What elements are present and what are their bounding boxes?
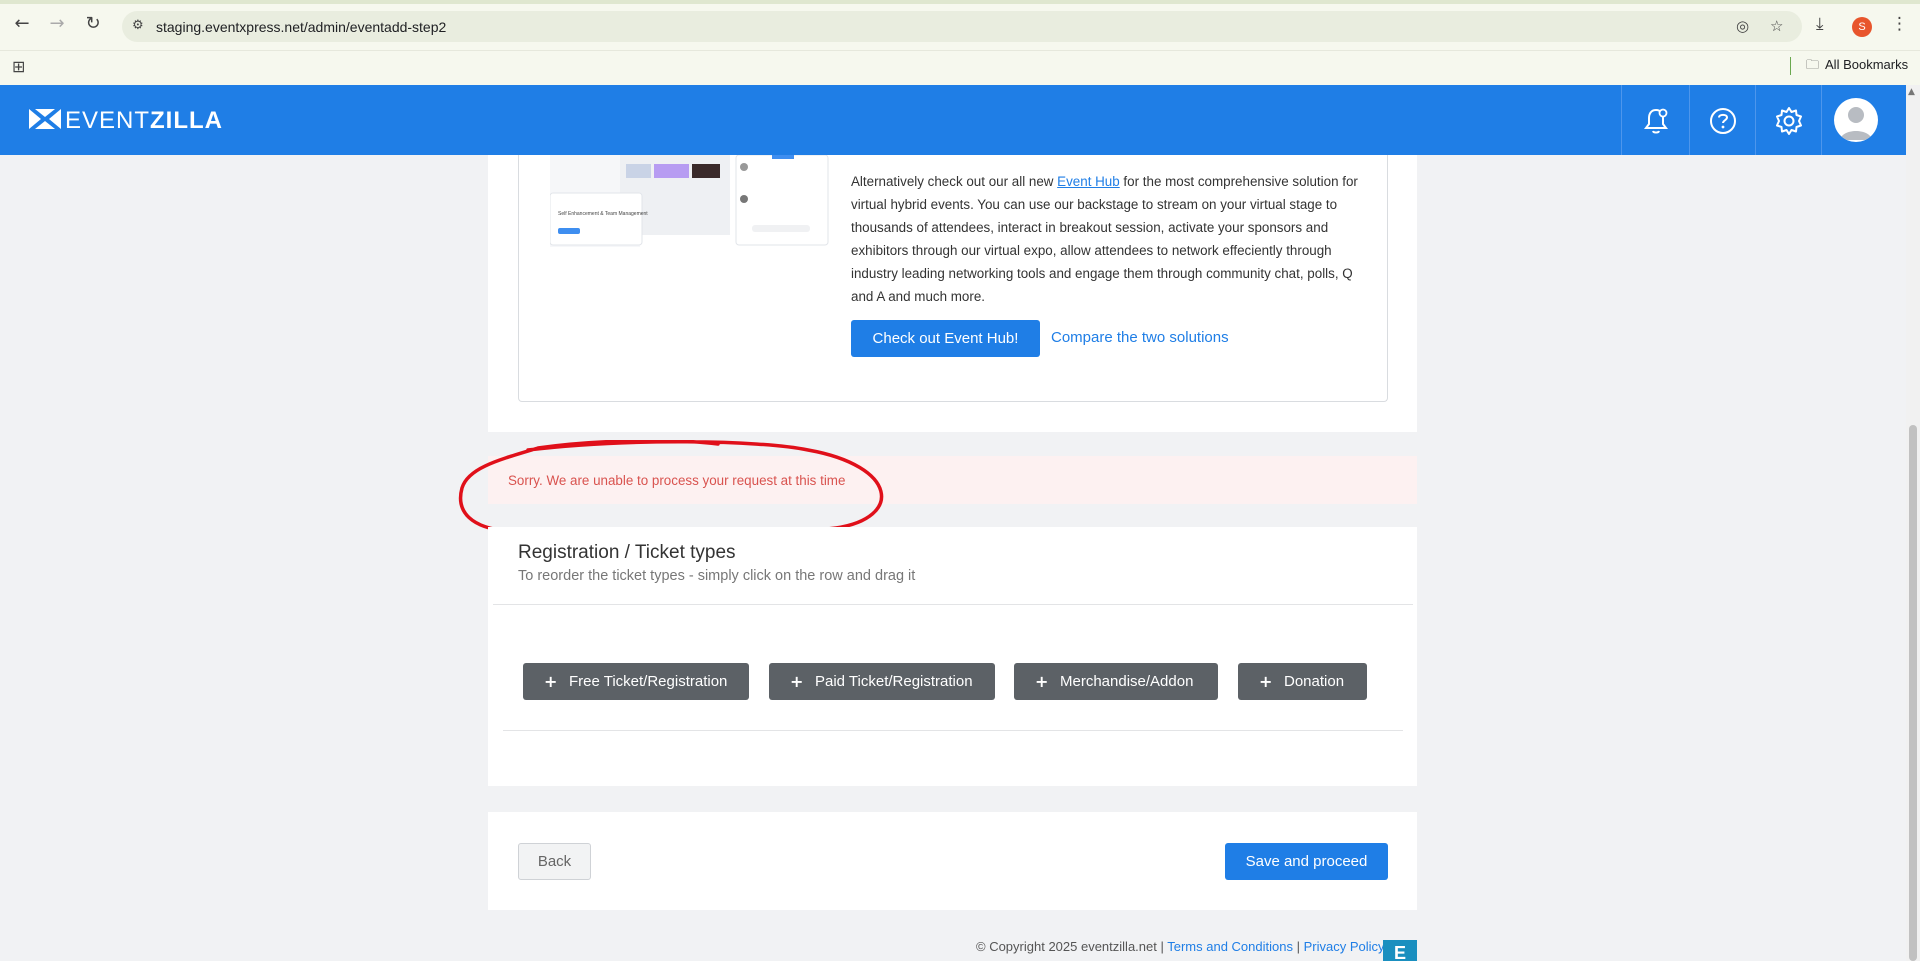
profile-avatar[interactable]: S — [1852, 17, 1872, 37]
add-donation-label: Donation — [1284, 673, 1345, 690]
privacy-link[interactable]: Privacy Policy — [1304, 939, 1385, 954]
header-divider — [1821, 85, 1822, 155]
notification-bell-icon[interactable] — [1640, 105, 1672, 137]
footer-separator: | — [1296, 939, 1300, 954]
tab-strip — [0, 0, 1920, 4]
add-merchandise-button[interactable]: + Merchandise/Addon — [1014, 663, 1218, 700]
logo-text-bold: ZILLA — [150, 107, 223, 134]
ticket-types-subtitle: To reorder the ticket types - simply cli… — [518, 568, 916, 584]
plus-icon: + — [544, 672, 558, 691]
forward-arrow-icon[interactable]: → — [47, 14, 67, 34]
menu-kebab-icon[interactable]: ⋮ — [1891, 14, 1908, 34]
logo-mark-icon — [29, 109, 61, 129]
plus-icon: + — [1259, 672, 1273, 691]
footer-copyright: © Copyright 2025 eventzilla.net | Terms … — [976, 939, 1385, 954]
address-bar[interactable]: ⚙ staging.eventxpress.net/admin/eventadd… — [122, 11, 1802, 42]
preview-card-caption: Self Enhancement & Team Management — [558, 211, 648, 217]
user-avatar[interactable] — [1834, 98, 1878, 142]
red-circle-annotation — [458, 440, 884, 540]
hub-text-intro: Alternatively check out our all new — [851, 174, 1058, 189]
header-divider — [1689, 85, 1690, 155]
add-merchandise-label: Merchandise/Addon — [1060, 673, 1194, 690]
scrollbar-thumb[interactable] — [1909, 425, 1917, 961]
back-arrow-icon[interactable]: ← — [12, 14, 32, 34]
hub-text-body: for the most comprehensive solution for … — [851, 174, 1358, 304]
plus-icon: + — [790, 672, 804, 691]
plus-icon: + — [1035, 672, 1049, 691]
terms-link[interactable]: Terms and Conditions — [1167, 939, 1293, 954]
star-icon[interactable]: ☆ — [1770, 18, 1783, 34]
event-hub-description: Alternatively check out our all new Even… — [851, 170, 1361, 308]
scroll-up-icon[interactable]: ▲ — [1908, 87, 1915, 97]
event-hub-preview-image: Self Enhancement & Team Management — [550, 155, 830, 247]
user-silhouette-icon — [1840, 107, 1872, 140]
save-and-proceed-button[interactable]: Save and proceed — [1225, 843, 1388, 880]
add-donation-button[interactable]: + Donation — [1238, 663, 1367, 700]
eye-off-icon[interactable]: ◎ — [1736, 18, 1749, 34]
reload-icon[interactable]: ↻ — [83, 14, 103, 34]
url-text: staging.eventxpress.net/admin/eventadd-s… — [156, 19, 447, 35]
add-paid-ticket-button[interactable]: + Paid Ticket/Registration — [769, 663, 995, 700]
settings-gear-icon[interactable] — [1773, 105, 1805, 137]
eventzilla-logo[interactable]: EVENTZILLA — [29, 107, 223, 135]
ticket-types-title: Registration / Ticket types — [518, 542, 736, 563]
add-free-ticket-label: Free Ticket/Registration — [569, 673, 728, 690]
logo-text-light: EVENT — [65, 107, 151, 134]
add-free-ticket-button[interactable]: + Free Ticket/Registration — [523, 663, 749, 700]
section-divider — [493, 604, 1413, 605]
header-divider — [1621, 85, 1622, 155]
bookmarks-divider — [1790, 57, 1791, 75]
apps-grid-icon[interactable]: ⊞ — [12, 57, 25, 76]
hub-preview-illustration: Self Enhancement & Team Management — [550, 155, 829, 247]
copyright-text: © Copyright 2025 eventzilla.net | — [976, 939, 1164, 954]
compare-solutions-link[interactable]: Compare the two solutions — [1051, 329, 1229, 346]
event-hub-link[interactable]: Event Hub — [1057, 174, 1120, 189]
site-info-icon[interactable]: ⚙ — [132, 18, 148, 34]
check-out-event-hub-button[interactable]: Check out Event Hub! — [851, 320, 1040, 357]
folder-icon: 🗀 — [1806, 58, 1820, 73]
header-divider — [1755, 85, 1756, 155]
section-divider — [503, 730, 1403, 731]
help-circle-icon[interactable] — [1707, 105, 1739, 137]
download-icon[interactable]: ⤓ — [1816, 14, 1824, 34]
all-bookmarks-link[interactable]: 🗀 All Bookmarks — [1806, 56, 1908, 78]
bookmarks-bar — [0, 51, 1920, 85]
back-button[interactable]: Back — [518, 843, 591, 880]
add-paid-ticket-label: Paid Ticket/Registration — [815, 673, 973, 690]
ticket-types-panel — [488, 527, 1417, 786]
eventzilla-badge-icon[interactable]: E — [1383, 940, 1417, 961]
all-bookmarks-label: All Bookmarks — [1825, 57, 1909, 72]
